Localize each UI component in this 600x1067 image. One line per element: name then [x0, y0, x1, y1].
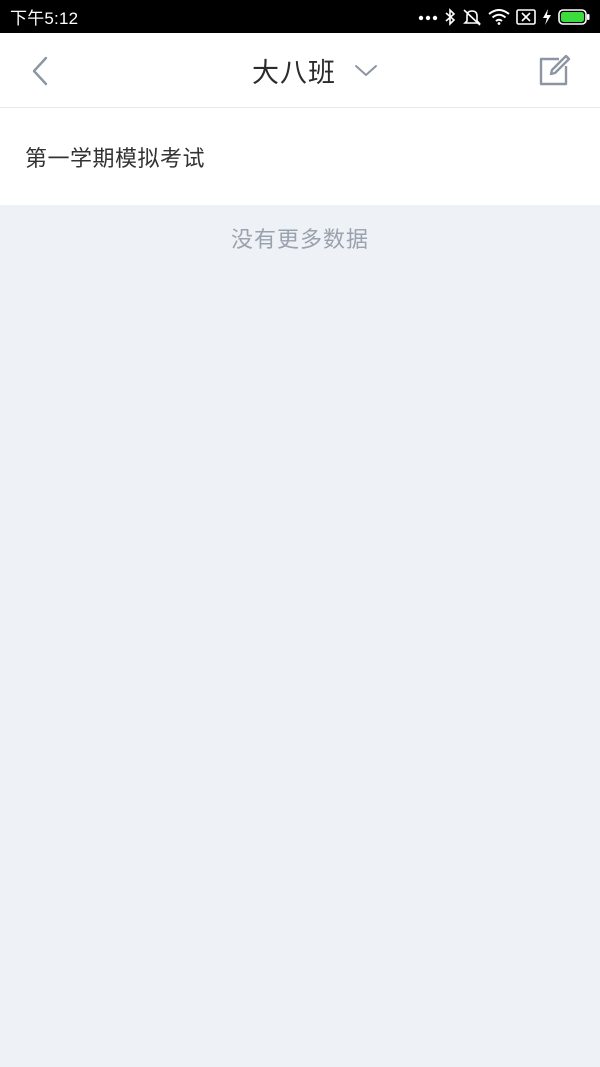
- status-bar: 下午5:12: [0, 0, 600, 33]
- exam-list: 第一学期模拟考试: [0, 108, 600, 205]
- edit-icon: [539, 54, 571, 86]
- chevron-down-icon: [355, 64, 377, 76]
- chevron-left-icon: [32, 56, 48, 86]
- status-icons: [418, 0, 590, 33]
- no-more-data-text: 没有更多数据: [230, 228, 369, 253]
- page-title: 大八班: [252, 58, 336, 89]
- nav-bar: 大八班: [0, 33, 600, 108]
- battery-icon: [558, 8, 590, 25]
- status-time: 下午5:12: [10, 9, 79, 28]
- wifi-icon: [488, 8, 510, 25]
- sim-blocked-icon: [516, 8, 536, 25]
- charging-icon: [543, 8, 551, 25]
- app-screen: 下午5:12 大八班 第一学期模拟考试 没有更多数据: [0, 0, 600, 1067]
- class-selector[interactable]: 大八班: [252, 51, 378, 90]
- edit-button[interactable]: [534, 51, 574, 91]
- bluetooth-icon: [445, 7, 456, 26]
- list-item-label: 第一学期模拟考试: [25, 146, 206, 172]
- mute-icon: [463, 8, 481, 26]
- back-button[interactable]: [22, 51, 58, 91]
- more-dots-icon: [418, 15, 438, 20]
- title-wrap: 大八班: [0, 33, 600, 108]
- list-item[interactable]: 第一学期模拟考试: [0, 108, 600, 205]
